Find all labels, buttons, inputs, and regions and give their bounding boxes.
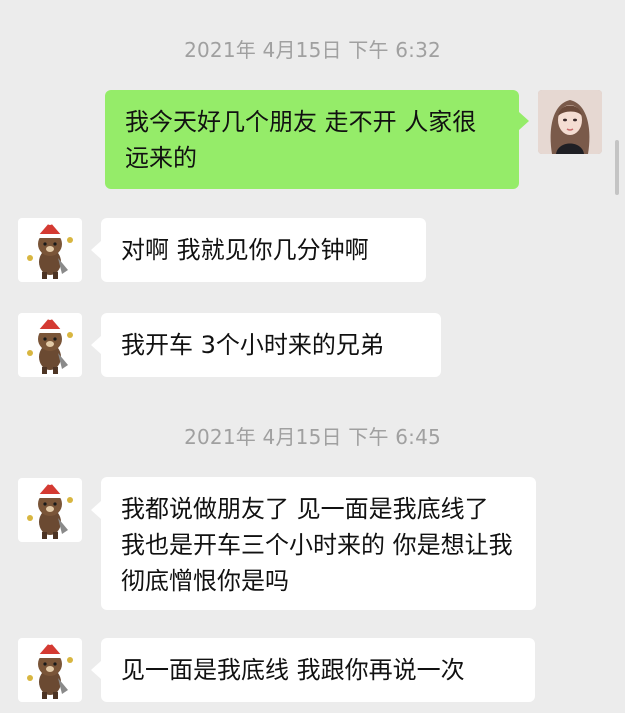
bear-avatar-icon (18, 638, 82, 702)
contact-avatar[interactable] (18, 478, 82, 542)
message-text: 对啊 我就见你几分钟啊 (121, 236, 369, 264)
message-bubble-received[interactable]: 对啊 我就见你几分钟啊 (101, 218, 426, 282)
message-text: 我开车 3个小时来的兄弟 (121, 331, 384, 359)
bubble-tail (91, 336, 101, 354)
message-bubble-received[interactable]: 见一面是我底线 我跟你再说一次 (101, 638, 535, 702)
bubble-tail (91, 661, 101, 679)
message-bubble-sent[interactable]: 我今天好几个朋友 走不开 人家很远来的 (105, 90, 519, 189)
message-text: 见一面是我底线 我跟你再说一次 (121, 656, 465, 684)
bear-avatar-icon (18, 478, 82, 542)
message-text: 我今天好几个朋友 走不开 人家很远来的 (125, 108, 477, 172)
timestamp: 2021年 4月15日 下午 6:45 (184, 425, 441, 449)
timestamp: 2021年 4月15日 下午 6:32 (184, 38, 441, 62)
scrollbar[interactable] (615, 140, 619, 195)
bubble-tail (519, 112, 529, 130)
bubble-tail (91, 501, 101, 519)
contact-avatar[interactable] (18, 638, 82, 702)
bubble-tail (91, 241, 101, 259)
bear-avatar-icon (18, 218, 82, 282)
contact-avatar[interactable] (18, 313, 82, 377)
self-avatar[interactable] (538, 90, 602, 154)
contact-avatar[interactable] (18, 218, 82, 282)
message-text: 我都说做朋友了 见一面是我底线了 我也是开车三个小时来的 你是想让我彻底憎恨你是… (121, 495, 513, 595)
girl-avatar-icon (538, 90, 602, 154)
message-bubble-received[interactable]: 我都说做朋友了 见一面是我底线了 我也是开车三个小时来的 你是想让我彻底憎恨你是… (101, 477, 536, 610)
bear-avatar-icon (18, 313, 82, 377)
message-bubble-received[interactable]: 我开车 3个小时来的兄弟 (101, 313, 441, 377)
